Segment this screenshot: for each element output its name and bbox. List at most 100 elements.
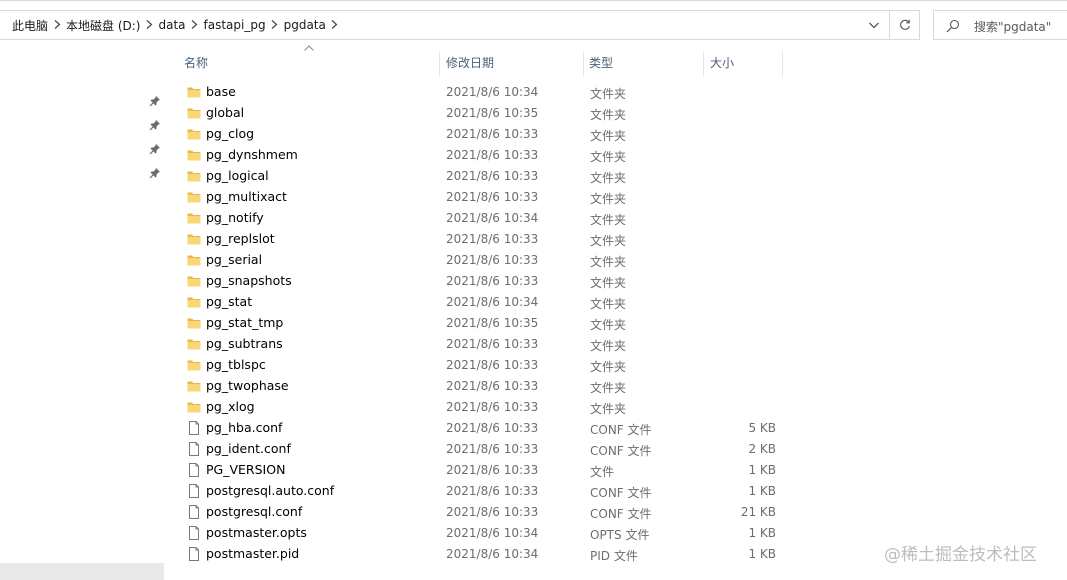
file-modified-date: 2021/8/6 10:33 [446, 379, 539, 393]
column-divider[interactable] [782, 51, 783, 77]
column-header: 名称 修改日期 类型 大小 [164, 43, 1067, 79]
file-row[interactable]: pg_xlog 2021/8/6 10:33 文件夹 [164, 397, 1067, 418]
file-name: pg_multixact [206, 189, 287, 204]
file-row[interactable]: pg_multixact 2021/8/6 10:33 文件夹 [164, 187, 1067, 208]
file-size: 5 KB [748, 421, 776, 435]
file-modified-date: 2021/8/6 10:33 [446, 337, 539, 351]
column-divider[interactable] [439, 51, 440, 77]
file-name: postmaster.pid [206, 546, 300, 561]
file-row[interactable]: pg_stat_tmp 2021/8/6 10:35 文件夹 [164, 313, 1067, 334]
search-icon [946, 19, 960, 33]
file-modified-date: 2021/8/6 10:33 [446, 463, 539, 477]
file-icon [186, 546, 202, 562]
file-modified-date: 2021/8/6 10:33 [446, 169, 539, 183]
file-name: pg_hba.conf [206, 420, 283, 435]
file-row[interactable]: pg_logical 2021/8/6 10:33 文件夹 [164, 166, 1067, 187]
file-row[interactable]: pg_subtrans 2021/8/6 10:33 文件夹 [164, 334, 1067, 355]
file-size: 1 KB [748, 526, 776, 540]
file-size: 21 KB [740, 505, 776, 519]
file-modified-date: 2021/8/6 10:33 [446, 148, 539, 162]
pin-icon[interactable] [149, 119, 161, 131]
file-row[interactable]: pg_snapshots 2021/8/6 10:33 文件夹 [164, 271, 1067, 292]
pin-icon[interactable] [149, 95, 161, 107]
file-row[interactable]: pg_dynshmem 2021/8/6 10:33 文件夹 [164, 145, 1067, 166]
file-row[interactable]: PG_VERSION 2021/8/6 10:33 文件 1 KB [164, 460, 1067, 481]
file-row[interactable]: global 2021/8/6 10:35 文件夹 [164, 103, 1067, 124]
file-modified-date: 2021/8/6 10:33 [446, 232, 539, 246]
breadcrumb-item-this-pc[interactable]: 此电脑 [12, 17, 48, 34]
folder-icon [186, 210, 202, 226]
navigation-pane[interactable] [0, 43, 164, 580]
folder-icon [186, 357, 202, 373]
file-row[interactable]: pg_stat 2021/8/6 10:34 文件夹 [164, 292, 1067, 313]
file-type: 文件夹 [590, 108, 627, 122]
file-name: pg_tblspc [206, 357, 266, 372]
file-type: 文件夹 [590, 402, 627, 416]
breadcrumb-item-drive[interactable]: 本地磁盘 (D:) [66, 17, 140, 34]
file-type: CONF 文件 [590, 444, 652, 458]
folder-icon [186, 399, 202, 415]
file-modified-date: 2021/8/6 10:35 [446, 316, 539, 330]
file-modified-date: 2021/8/6 10:34 [446, 211, 539, 225]
chevron-right-icon[interactable] [186, 19, 204, 32]
divider [889, 11, 890, 39]
breadcrumb-item-pgdata[interactable]: pgdata [284, 18, 326, 32]
file-type: PID 文件 [590, 549, 638, 563]
chevron-down-icon[interactable] [860, 11, 888, 39]
file-type: 文件夹 [590, 360, 627, 374]
chevron-right-icon[interactable] [326, 19, 344, 32]
file-name: pg_stat [206, 294, 253, 309]
breadcrumb-item-data[interactable]: data [158, 18, 185, 32]
file-row[interactable]: pg_notify 2021/8/6 10:34 文件夹 [164, 208, 1067, 229]
chevron-right-icon[interactable] [266, 19, 284, 32]
search-input[interactable]: 搜索"pgdata" [933, 10, 1067, 40]
folder-icon [186, 252, 202, 268]
horizontal-scrollbar[interactable] [0, 563, 164, 580]
file-row[interactable]: postgresql.auto.conf 2021/8/6 10:33 CONF 文… [164, 481, 1067, 502]
chevron-right-icon[interactable] [48, 19, 66, 32]
column-divider[interactable] [703, 51, 704, 77]
chevron-right-icon[interactable] [140, 19, 158, 32]
file-modified-date: 2021/8/6 10:33 [446, 190, 539, 204]
breadcrumb-item-fastapi-pg[interactable]: fastapi_pg [204, 18, 266, 32]
address-bar[interactable]: 此电脑 本地磁盘 (D:) data fastapi_pg pgdata [0, 10, 920, 40]
file-row[interactable]: pg_tblspc 2021/8/6 10:33 文件夹 [164, 355, 1067, 376]
file-type: 文件夹 [590, 339, 627, 353]
file-name: global [206, 105, 245, 120]
column-divider[interactable] [583, 51, 584, 77]
file-modified-date: 2021/8/6 10:33 [446, 484, 539, 498]
file-icon [186, 441, 202, 457]
column-header-size[interactable]: 大小 [710, 53, 734, 77]
watermark: @稀土掘金技术社区 [884, 545, 1037, 565]
file-row[interactable]: pg_serial 2021/8/6 10:33 文件夹 [164, 250, 1067, 271]
top-border [0, 0, 1067, 1]
file-icon [186, 462, 202, 478]
pin-icon[interactable] [149, 143, 161, 155]
file-modified-date: 2021/8/6 10:33 [446, 127, 539, 141]
file-size: 2 KB [748, 442, 776, 456]
folder-icon [186, 294, 202, 310]
pin-icon[interactable] [149, 167, 161, 179]
file-row[interactable]: pg_hba.conf 2021/8/6 10:33 CONF 文件 5 KB [164, 418, 1067, 439]
column-header-date[interactable]: 修改日期 [446, 53, 494, 77]
file-row[interactable]: pg_replslot 2021/8/6 10:33 文件夹 [164, 229, 1067, 250]
file-name: postgresql.auto.conf [206, 483, 335, 498]
file-row[interactable]: pg_clog 2021/8/6 10:33 文件夹 [164, 124, 1067, 145]
file-row[interactable]: pg_ident.conf 2021/8/6 10:33 CONF 文件 2 KB [164, 439, 1067, 460]
search-placeholder: 搜索"pgdata" [974, 20, 1052, 34]
refresh-icon[interactable] [892, 11, 918, 39]
file-type: 文件夹 [590, 171, 627, 185]
file-row[interactable]: pg_twophase 2021/8/6 10:33 文件夹 [164, 376, 1067, 397]
folder-icon [186, 126, 202, 142]
file-icon [186, 504, 202, 520]
file-name: pg_logical [206, 168, 269, 183]
file-type: OPTS 文件 [590, 528, 650, 542]
file-modified-date: 2021/8/6 10:34 [446, 547, 539, 561]
file-type: 文件夹 [590, 276, 627, 290]
file-size: 1 KB [748, 463, 776, 477]
column-header-type[interactable]: 类型 [589, 53, 613, 77]
file-name: pg_xlog [206, 399, 255, 414]
column-header-name[interactable]: 名称 [184, 53, 208, 77]
file-row[interactable]: postgresql.conf 2021/8/6 10:33 CONF 文件 21 K… [164, 502, 1067, 523]
file-row[interactable]: base 2021/8/6 10:34 文件夹 [164, 82, 1067, 103]
